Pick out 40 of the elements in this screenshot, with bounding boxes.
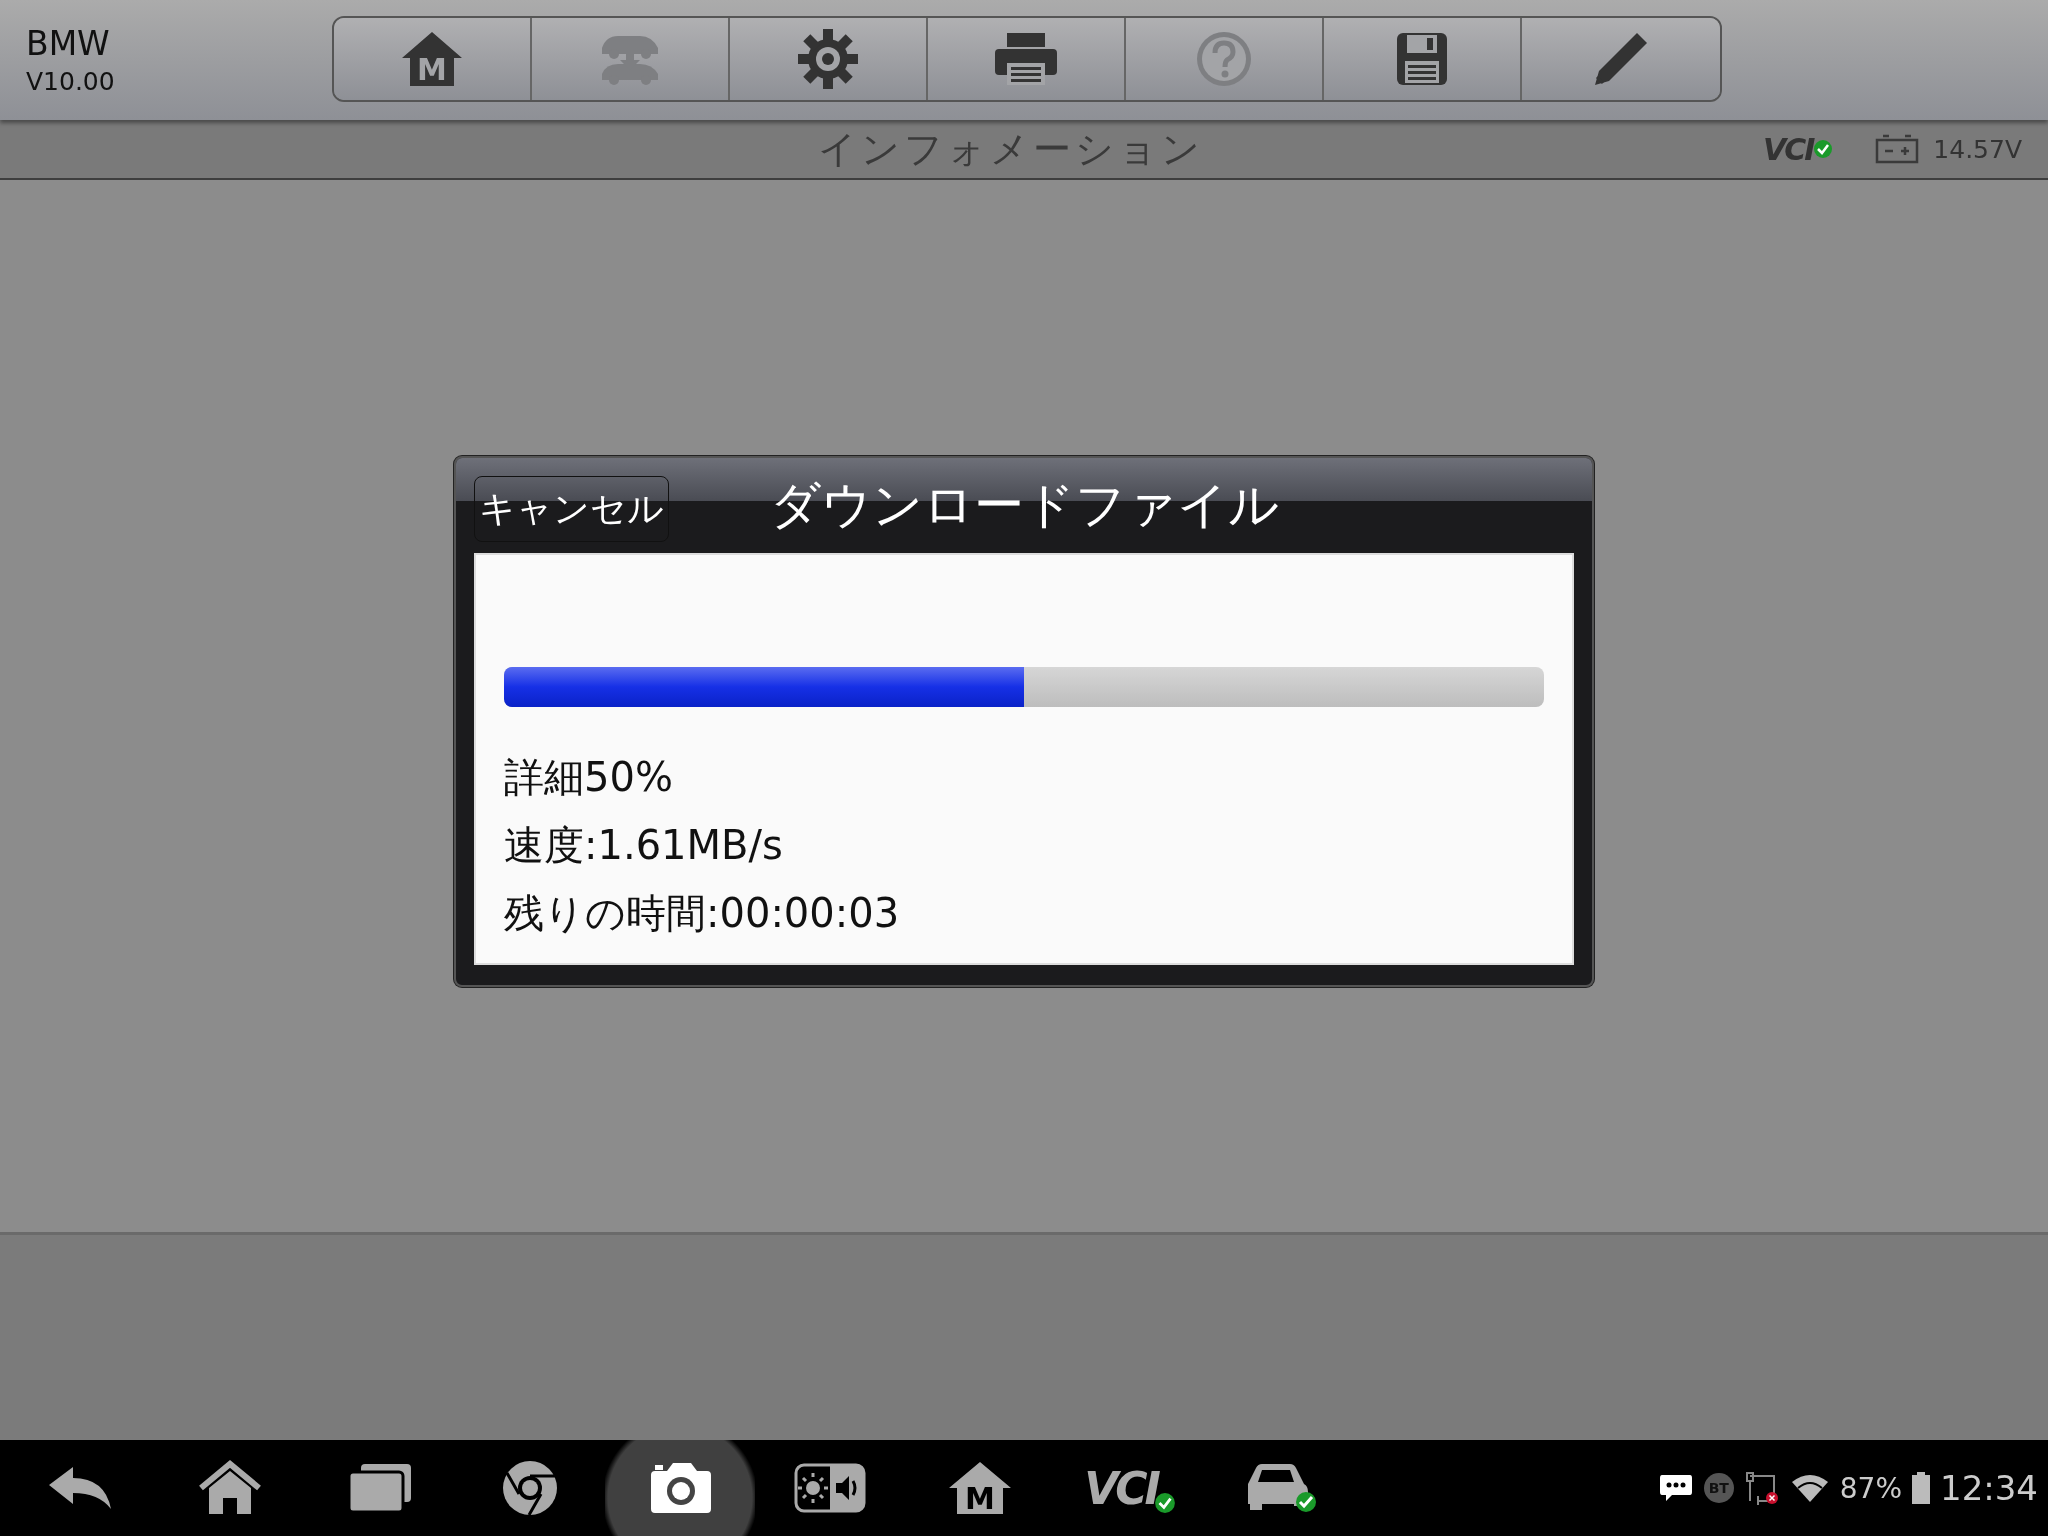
network-error-icon (1743, 1471, 1780, 1505)
printer-icon (993, 31, 1059, 87)
clock: 12:34 (1940, 1468, 2038, 1508)
progress-detail: 速度:1.61MB/s (504, 822, 784, 867)
app-nav-button[interactable]: M (905, 1440, 1055, 1536)
bluetooth-status: BT (1703, 1473, 1734, 1503)
help-icon (1194, 29, 1254, 89)
print-button[interactable] (928, 18, 1126, 100)
browser-icon (501, 1459, 559, 1517)
app-name: BMW (26, 24, 111, 63)
voltage-reading: 14.57V (1933, 134, 2022, 164)
page-title: インフォメーション (818, 125, 1204, 173)
check-icon (1813, 138, 1834, 159)
home-icon (197, 1460, 263, 1516)
home-button[interactable]: M (334, 18, 532, 100)
home-icon: M (947, 1460, 1013, 1516)
car-battery-icon (1875, 134, 1920, 164)
camera-nav-button[interactable] (605, 1440, 755, 1536)
pencil-icon (1593, 31, 1649, 87)
vci-logo: VCI (1762, 131, 1814, 167)
app-version: V10.00 (26, 67, 116, 96)
save-button[interactable] (1324, 18, 1522, 100)
progress-detail: 詳細50% (504, 754, 674, 799)
settings-icon (797, 28, 859, 90)
progress-detail: 残りの時間:00:00:03 (504, 890, 901, 935)
back-icon (47, 1465, 113, 1511)
edit-button[interactable] (1522, 18, 1720, 100)
recents-icon (347, 1462, 413, 1514)
wifi-icon (1789, 1472, 1830, 1504)
chat-icon (1657, 1473, 1694, 1503)
battery-percent: 87% (1839, 1471, 1902, 1505)
dialog-title: ダウンロードファイル (769, 474, 1279, 536)
cancel-button[interactable]: キャンセル (474, 476, 669, 542)
battery-icon (1912, 1472, 1930, 1504)
save-icon (1395, 31, 1449, 87)
home-icon: M (400, 30, 464, 88)
brightness-volume-icon (794, 1463, 866, 1513)
vci-logo: VCI (1084, 1462, 1158, 1514)
settings-button[interactable] (730, 18, 928, 100)
vci-nav-button[interactable]: VCI (1055, 1440, 1205, 1536)
